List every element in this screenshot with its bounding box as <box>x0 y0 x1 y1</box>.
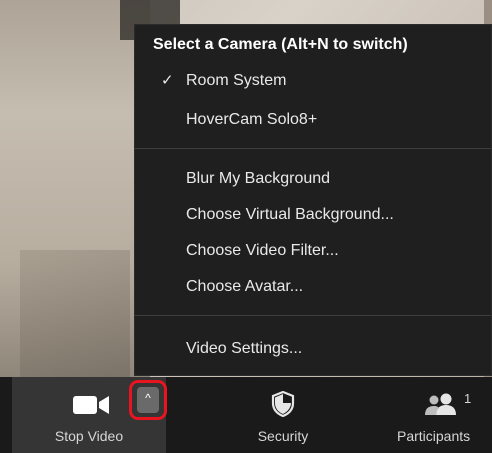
video-camera-icon <box>73 396 109 414</box>
shield-icon <box>271 391 295 417</box>
checkmark-icon: ✓ <box>161 72 174 89</box>
security-button[interactable]: Security <box>233 377 333 453</box>
camera-option-label: Room System <box>186 72 287 89</box>
stop-video-label: Stop Video <box>54 428 124 444</box>
camera-option-hovercam[interactable]: HoverCam Solo8+ <box>135 104 491 136</box>
menu-option-label: Choose Avatar... <box>186 278 304 295</box>
camera-menu: Select a Camera (Alt+N to switch) ✓ Room… <box>134 24 492 376</box>
avatar-option[interactable]: Choose Avatar... <box>135 271 491 303</box>
menu-option-label: Video Settings... <box>186 340 303 357</box>
blur-background-option[interactable]: Blur My Background <box>135 163 491 195</box>
meeting-toolbar: Stop Video ^ Security 1 Participants <box>0 377 492 453</box>
video-settings-option[interactable]: Video Settings... <box>135 333 491 365</box>
video-options-arrow-button[interactable]: ^ <box>129 380 167 420</box>
participant-count: 1 <box>464 391 472 406</box>
camera-menu-title: Select a Camera (Alt+N to switch) <box>153 36 408 53</box>
preview-shadow <box>20 250 130 377</box>
chevron-up-icon: ^ <box>145 391 151 405</box>
menu-option-label: Choose Video Filter... <box>186 242 339 259</box>
participants-label: Participants <box>397 428 471 444</box>
arrow-button-face: ^ <box>137 387 159 413</box>
people-icon <box>425 393 456 415</box>
virtual-background-option[interactable]: Choose Virtual Background... <box>135 199 491 231</box>
camera-option-room-system[interactable]: ✓ Room System <box>135 65 491 97</box>
menu-divider <box>135 148 491 149</box>
participants-button[interactable]: 1 Participants <box>394 377 492 453</box>
security-label: Security <box>257 428 309 444</box>
menu-option-label: Choose Virtual Background... <box>186 206 394 223</box>
menu-divider <box>135 315 491 316</box>
camera-option-label: HoverCam Solo8+ <box>186 111 318 128</box>
video-filter-option[interactable]: Choose Video Filter... <box>135 235 491 267</box>
menu-option-label: Blur My Background <box>186 170 331 187</box>
